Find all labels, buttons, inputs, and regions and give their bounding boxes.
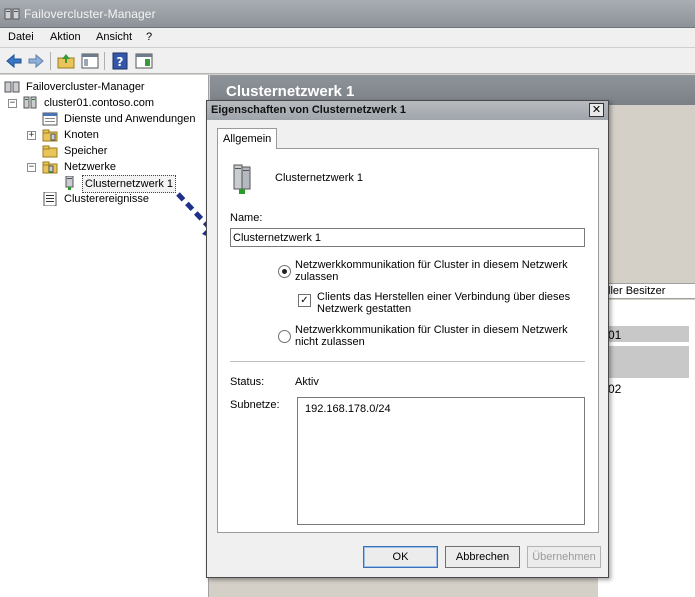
cancel-button[interactable]: Abbrechen (445, 546, 520, 568)
window-titlebar: Failovercluster-Manager (0, 0, 695, 28)
tree-item-root[interactable]: Failovercluster-Manager (4, 79, 204, 95)
radio-allow-communication[interactable] (278, 265, 291, 278)
checkbox-clients-label: Netzwerk gestatten (317, 303, 412, 315)
properties-pane-icon[interactable] (134, 51, 154, 71)
table-cell-owner: 01 (608, 328, 622, 342)
radio-deny-label: nicht zulassen (295, 336, 365, 348)
table-row[interactable] (598, 346, 689, 362)
collapse-icon[interactable]: − (27, 163, 36, 172)
checkbox-allow-clients[interactable]: ✓ (298, 294, 311, 307)
nodes-icon (42, 129, 58, 142)
up-folder-icon[interactable] (56, 51, 76, 71)
list-item: 192.168.178.0/24 (305, 403, 391, 415)
tree-item-label: Dienste und Anwendungen (64, 113, 196, 125)
tree-item-label: cluster01.contoso.com (44, 97, 155, 109)
services-icon (42, 112, 58, 126)
name-input[interactable] (230, 228, 585, 247)
properties-dialog: Eigenschaften von Clusternetzwerk 1 ✕ Al… (206, 100, 609, 578)
events-icon (43, 192, 57, 206)
toolbar-separator (104, 52, 105, 70)
status-label: Status: (230, 376, 265, 388)
details-list (598, 300, 695, 597)
tree-item-cluster[interactable]: cluster01.contoso.com (22, 95, 207, 111)
menu-datei[interactable]: Datei (8, 31, 34, 43)
network-icon (65, 176, 74, 190)
checkbox-clients-label: Clients das Herstellen einer Verbindung … (317, 291, 571, 303)
subnets-list[interactable]: 192.168.178.0/24 (297, 397, 585, 525)
tree-item-networks[interactable]: Netzwerke (42, 159, 207, 175)
close-icon[interactable]: ✕ (589, 103, 604, 117)
apply-button[interactable]: Übernehmen (527, 546, 601, 568)
navigation-tree: Failovercluster-Manager − cluster01.cont… (0, 75, 209, 597)
radio-deny-communication[interactable] (278, 330, 291, 343)
radio-deny-label: Netzwerkkommunikation für Cluster in die… (295, 324, 568, 336)
radio-allow-label: zulassen (295, 271, 339, 283)
storage-icon (42, 145, 58, 158)
cluster-manager-icon (4, 8, 20, 20)
tree-item-label: Failovercluster-Manager (26, 81, 145, 93)
divider (230, 361, 585, 362)
tree-item-services[interactable]: Dienste und Anwendungen (42, 111, 207, 127)
toolbar-separator (50, 52, 51, 70)
status-value: Aktiv (295, 376, 319, 388)
radio-selected-dot (282, 269, 287, 274)
menu-bar: Datei Aktion Ansicht ? (0, 28, 695, 48)
collapse-icon[interactable]: − (8, 99, 17, 108)
dialog-title: Eigenschaften von Clusternetzwerk 1 (207, 101, 608, 120)
cluster-manager-icon (4, 81, 20, 93)
help-icon[interactable]: ? (110, 51, 130, 71)
back-icon[interactable] (4, 51, 24, 71)
toolbar: ? (0, 48, 695, 74)
expand-icon[interactable]: + (27, 131, 36, 140)
tree-item-label: Netzwerke (64, 161, 116, 173)
network-name-heading: Clusternetzwerk 1 (275, 172, 364, 184)
tree-item-label: Speicher (64, 145, 108, 157)
networks-icon (42, 161, 58, 174)
tree-item-label: Clusterereignisse (64, 193, 149, 205)
table-cell-owner: 02 (608, 382, 622, 396)
show-pane-icon[interactable] (80, 51, 100, 71)
tab-panel-allgemein: Clusternetzwerk 1 Name: Netzwerkkommunik… (217, 148, 599, 533)
tree-item-storage[interactable]: Speicher (42, 143, 207, 159)
name-label: Name: (230, 212, 263, 224)
subnets-label: Subnetze: (230, 399, 280, 411)
tree-item-nodes[interactable]: Knoten (42, 127, 207, 143)
tree-item-label: Knoten (64, 129, 99, 141)
radio-allow-label: Netzwerkkommunikation für Cluster in die… (295, 259, 568, 271)
menu-ansicht[interactable]: Ansicht (96, 31, 132, 43)
tab-allgemein[interactable]: Allgemein (217, 128, 277, 149)
cluster-icon (23, 96, 37, 109)
column-header-owner[interactable]: ller Besitzer (598, 283, 695, 299)
window-title: Failovercluster-Manager (24, 7, 156, 21)
table-row[interactable] (598, 362, 689, 378)
ok-button[interactable]: OK (363, 546, 438, 568)
menu-aktion[interactable]: Aktion (50, 31, 81, 43)
network-server-icon (233, 164, 251, 194)
menu-help[interactable]: ? (146, 31, 152, 43)
forward-icon[interactable] (26, 51, 46, 71)
svg-text:?: ? (117, 55, 124, 69)
